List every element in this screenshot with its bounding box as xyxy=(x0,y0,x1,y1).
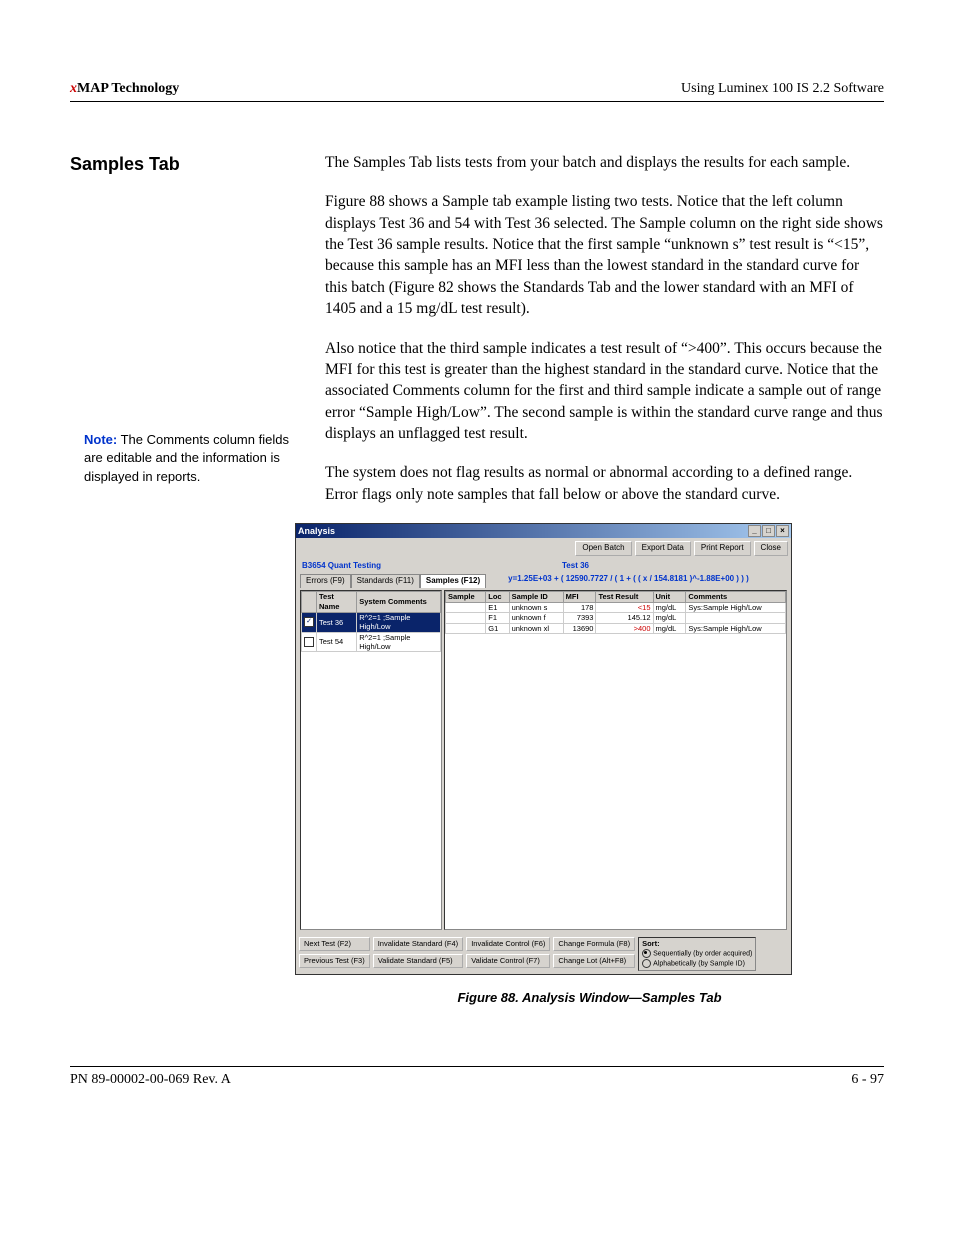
col-mfi: MFI xyxy=(563,591,596,602)
checkbox-icon[interactable] xyxy=(304,637,314,647)
change-formula-button[interactable]: Change Formula (F8) xyxy=(553,937,635,951)
section-title: Samples Tab xyxy=(70,152,295,176)
cell-testname: Test 54 xyxy=(317,632,357,652)
body-p2: Figure 88 shows a Sample tab example lis… xyxy=(325,191,884,319)
batch-title: B3654 Quant Testing xyxy=(302,561,442,572)
col-check xyxy=(302,591,317,612)
col-syscomments: System Comments xyxy=(357,591,441,612)
table-row[interactable]: Test 54 R^2=1 ;Sample High/Low xyxy=(302,632,441,652)
body-p3: Also notice that the third sample indica… xyxy=(325,338,884,445)
tests-panel: Test Name System Comments ✓ Test 36 R^2=… xyxy=(300,590,442,930)
table-row[interactable]: E1 unknown s 178 <15 mg/dL Sys:Sample Hi… xyxy=(446,602,786,612)
col-sampleid: Sample ID xyxy=(509,591,563,602)
formula-text: y=1.25E+03 + ( 12590.7727 / ( 1 + ( ( x … xyxy=(490,574,791,588)
body-p1: The Samples Tab lists tests from your ba… xyxy=(325,152,884,173)
maximize-icon[interactable]: □ xyxy=(762,525,775,537)
validate-control-button[interactable]: Validate Control (F7) xyxy=(466,954,550,968)
col-sample: Sample xyxy=(446,591,486,602)
window-title: Analysis xyxy=(298,525,335,537)
sort-option-seq[interactable]: Sequentially (by order acquired) xyxy=(653,950,752,957)
table-row[interactable]: ✓ Test 36 R^2=1 ;Sample High/Low xyxy=(302,612,441,632)
close-icon[interactable]: × xyxy=(776,525,789,537)
header-left-rest: MAP Technology xyxy=(77,81,179,96)
analysis-window: Analysis _ □ × Open Batch Export Data Pr… xyxy=(295,523,792,974)
print-report-button[interactable]: Print Report xyxy=(694,541,751,556)
note-label: Note: xyxy=(84,432,117,447)
top-button-row: Open Batch Export Data Print Report Clos… xyxy=(296,538,791,559)
open-batch-button[interactable]: Open Batch xyxy=(575,541,631,556)
minimize-icon[interactable]: _ xyxy=(748,525,761,537)
tab-row: Errors (F9) Standards (F11) Samples (F12… xyxy=(296,574,490,588)
sort-option-alpha[interactable]: Alphabetically (by Sample ID) xyxy=(653,960,745,967)
tab-errors[interactable]: Errors (F9) xyxy=(300,574,351,588)
page-footer: PN 89-00002-00-069 Rev. A 6 - 97 xyxy=(70,1066,884,1090)
page-header: xMAP Technology Using Luminex 100 IS 2.2… xyxy=(70,80,884,102)
validate-standard-button[interactable]: Validate Standard (F5) xyxy=(373,954,463,968)
col-loc: Loc xyxy=(486,591,509,602)
col-unit: Unit xyxy=(653,591,686,602)
col-testresult: Test Result xyxy=(596,591,653,602)
footer-right: 6 - 97 xyxy=(851,1071,884,1090)
body-p4: The system does not flag results as norm… xyxy=(325,462,884,505)
header-x: x xyxy=(70,81,77,96)
prev-test-button[interactable]: Previous Test (F3) xyxy=(299,954,370,968)
cell-testname: Test 36 xyxy=(317,612,357,632)
header-left: xMAP Technology xyxy=(70,80,179,99)
window-controls: _ □ × xyxy=(748,525,789,537)
close-button[interactable]: Close xyxy=(754,541,788,556)
table-row[interactable]: G1 unknown xl 13690 >400 mg/dL Sys:Sampl… xyxy=(446,623,786,633)
change-lot-button[interactable]: Change Lot (Alt+F8) xyxy=(553,954,635,968)
tab-standards[interactable]: Standards (F11) xyxy=(351,574,420,588)
test-label: Test 36 xyxy=(442,561,589,572)
table-row[interactable]: F1 unknown f 7393 145.12 mg/dL xyxy=(446,613,786,623)
window-titlebar: Analysis _ □ × xyxy=(296,524,791,538)
next-test-button[interactable]: Next Test (F2) xyxy=(299,937,370,951)
footer-left: PN 89-00002-00-069 Rev. A xyxy=(70,1071,231,1090)
header-right: Using Luminex 100 IS 2.2 Software xyxy=(681,80,884,99)
col-comments: Comments xyxy=(686,591,786,602)
checkbox-icon[interactable]: ✓ xyxy=(304,617,314,627)
invalidate-standard-button[interactable]: Invalidate Standard (F4) xyxy=(373,937,463,951)
samples-panel: Sample Loc Sample ID MFI Test Result Uni… xyxy=(444,590,787,930)
export-data-button[interactable]: Export Data xyxy=(635,541,691,556)
col-testname: Test Name xyxy=(317,591,357,612)
figure-caption: Figure 88. Analysis Window—Samples Tab xyxy=(295,989,884,1007)
radio-icon[interactable] xyxy=(642,949,651,958)
note-box: Note: The Comments column fields are edi… xyxy=(70,431,295,486)
cell-syscomment: R^2=1 ;Sample High/Low xyxy=(357,612,441,632)
sort-box: Sort: Sequentially (by order acquired) A… xyxy=(638,937,756,971)
bottom-button-row: Next Test (F2) Previous Test (F3) Invali… xyxy=(296,934,791,974)
radio-icon[interactable] xyxy=(642,959,651,968)
invalidate-control-button[interactable]: Invalidate Control (F6) xyxy=(466,937,550,951)
sort-title: Sort: xyxy=(642,939,660,948)
tab-samples[interactable]: Samples (F12) xyxy=(420,574,486,588)
cell-syscomment: R^2=1 ;Sample High/Low xyxy=(357,632,441,652)
